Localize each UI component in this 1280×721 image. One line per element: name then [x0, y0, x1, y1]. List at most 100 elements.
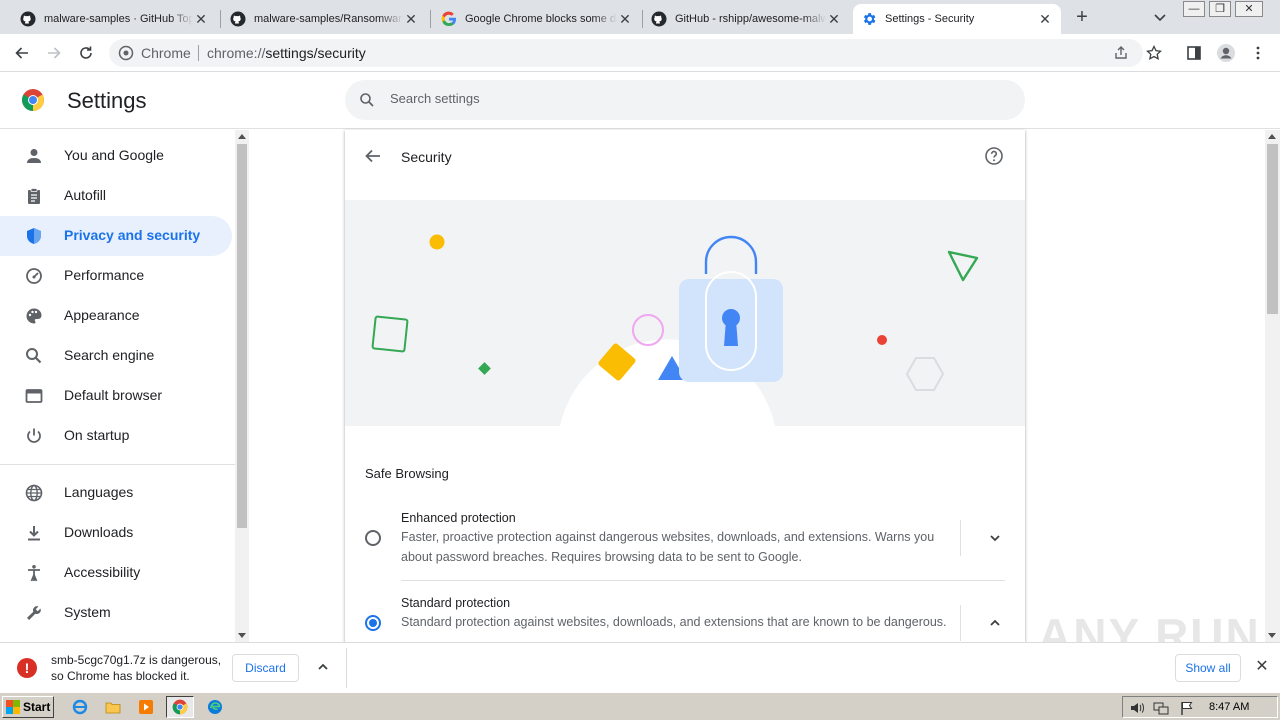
wrench-icon	[24, 603, 44, 623]
chevron-down-icon[interactable]	[985, 528, 1005, 548]
sidebar-item-appearance[interactable]: Appearance	[0, 296, 232, 336]
sidebar-item-label: Search engine	[64, 347, 155, 363]
tab-search-chevron-icon[interactable]	[1152, 9, 1168, 25]
media-player-icon[interactable]	[137, 698, 155, 716]
reload-icon[interactable]	[76, 43, 96, 63]
chrome-logo-icon	[21, 88, 45, 112]
option-description: Standard protection against websites, do…	[401, 615, 947, 629]
sidebar-item-label: Appearance	[64, 307, 140, 323]
danger-warning-icon: !	[17, 658, 37, 678]
minimize-button[interactable]: —	[1183, 1, 1205, 17]
download-warning-text: smb-5cgc70g1.7z is dangerous, so Chrome …	[51, 653, 222, 683]
sidebar-item-system[interactable]: System	[0, 593, 232, 633]
github-icon	[20, 11, 36, 27]
accessibility-icon	[24, 563, 44, 583]
sidebar-item-label: On startup	[64, 427, 130, 443]
safe-browsing-heading: Safe Browsing	[365, 466, 449, 481]
sidebar-item-languages[interactable]: Languages	[0, 473, 232, 513]
security-card: Security Safe Browsing Enhanced protecti…	[345, 130, 1025, 642]
sidebar-item-label: Languages	[64, 484, 134, 500]
close-tab-icon[interactable]: ✕	[617, 11, 633, 27]
enhanced-protection-option[interactable]: Enhanced protection Faster, proactive pr…	[345, 508, 1025, 578]
chrome-page-icon	[118, 45, 134, 61]
sidebar-divider	[0, 464, 235, 465]
option-title: Standard protection	[401, 596, 511, 610]
sidebar-item-label: Downloads	[64, 524, 134, 540]
volume-icon[interactable]	[1129, 700, 1145, 716]
profile-avatar-icon[interactable]	[1216, 43, 1236, 63]
tab-google-chrome-blocks[interactable]: Google Chrome blocks some downloads ✕	[433, 4, 641, 34]
sidebar-item-label: You and Google	[64, 147, 164, 163]
sidebar-item-privacy-and-security[interactable]: Privacy and security	[0, 216, 232, 256]
help-icon[interactable]	[984, 146, 1004, 166]
tab-title: Settings - Security	[885, 13, 975, 25]
google-icon	[441, 11, 457, 27]
start-button[interactable]: Start	[2, 696, 54, 718]
flag-icon[interactable]	[1179, 700, 1195, 716]
system-tray: 8:47 AM	[1122, 696, 1278, 718]
security-illustration	[345, 200, 1025, 426]
share-icon[interactable]	[1113, 45, 1129, 61]
forward-arrow-icon[interactable]	[44, 43, 64, 63]
close-tab-icon[interactable]: ✕	[193, 11, 209, 27]
bookmark-star-icon[interactable]	[1144, 43, 1164, 63]
new-tab-button[interactable]: +	[1072, 7, 1092, 28]
close-tab-icon[interactable]: ✕	[403, 11, 419, 27]
search-icon	[359, 92, 375, 108]
internet-explorer-icon[interactable]	[71, 698, 89, 716]
sidebar-item-search-engine[interactable]: Search engine	[0, 336, 232, 376]
page-scrollbar[interactable]	[1265, 130, 1280, 642]
file-explorer-icon[interactable]	[104, 698, 122, 716]
tab-ransomware[interactable]: malware-samples/Ransomware ✕	[222, 4, 427, 34]
tab-awesome-malware[interactable]: GitHub - rshipp/awesome-malware ✕	[643, 4, 850, 34]
sidebar-item-autofill[interactable]: Autofill	[0, 176, 232, 216]
back-arrow-icon[interactable]	[12, 43, 32, 63]
close-icon[interactable]: ✕	[1254, 659, 1270, 675]
windows-taskbar: Start 8:47 AM	[0, 692, 1280, 720]
clipboard-icon	[24, 186, 44, 206]
shield-icon	[24, 226, 44, 246]
github-icon	[651, 11, 667, 27]
tab-title: Google Chrome blocks some downloads	[465, 13, 617, 25]
sidebar-item-default-browser[interactable]: Default browser	[0, 376, 232, 416]
tab-title: GitHub - rshipp/awesome-malware	[675, 13, 826, 25]
standard-protection-option[interactable]: Standard protection Standard protection …	[345, 593, 1025, 642]
standard-protection-radio[interactable]	[365, 615, 381, 631]
chrome-taskbar-icon[interactable]	[166, 696, 194, 718]
sidebar-item-performance[interactable]: Performance	[0, 256, 232, 296]
network-icon[interactable]	[1153, 700, 1169, 716]
sidebar-item-accessibility[interactable]: Accessibility	[0, 553, 232, 593]
close-tab-icon[interactable]: ✕	[826, 11, 842, 27]
tab-strip: malware-samples · GitHub Topics ✕ malwar…	[0, 0, 1280, 34]
settings-gear-icon	[861, 11, 877, 27]
sidebar-item-on-startup[interactable]: On startup	[0, 416, 232, 456]
chevron-up-icon[interactable]	[985, 613, 1005, 633]
side-panel-icon[interactable]	[1184, 43, 1204, 63]
palette-icon	[24, 306, 44, 326]
discard-button[interactable]: Discard	[232, 654, 299, 682]
close-window-button[interactable]: ✕	[1235, 1, 1263, 17]
search-settings-input[interactable]	[390, 91, 990, 106]
enhanced-protection-radio[interactable]	[365, 530, 381, 546]
tab-settings-security[interactable]: Settings - Security ✕	[853, 4, 1061, 34]
browser-icon	[24, 386, 44, 406]
github-icon	[230, 11, 246, 27]
settings-header: Settings	[0, 72, 1280, 129]
sidebar-item-downloads[interactable]: Downloads	[0, 513, 232, 553]
sidebar-item-you-and-google[interactable]: You and Google	[0, 136, 232, 176]
chevron-up-icon[interactable]	[314, 658, 332, 676]
show-all-button[interactable]: Show all	[1175, 654, 1241, 682]
search-settings-box[interactable]	[345, 80, 1025, 120]
address-bar[interactable]: Chrome chrome://settings/security	[109, 39, 1143, 67]
tab-malware-samples-topics[interactable]: malware-samples · GitHub Topics ✕	[12, 4, 217, 34]
close-tab-icon[interactable]: ✕	[1037, 11, 1053, 27]
sidebar-item-label: Privacy and security	[64, 227, 201, 243]
sidebar-scrollbar[interactable]	[235, 130, 249, 642]
restore-button[interactable]: ❐	[1209, 1, 1231, 17]
kebab-menu-icon[interactable]	[1248, 43, 1268, 63]
back-arrow-icon[interactable]	[363, 146, 383, 166]
edge-icon[interactable]	[206, 698, 224, 716]
clock: 8:47 AM	[1209, 701, 1250, 713]
tab-title: malware-samples · GitHub Topics	[44, 13, 193, 25]
option-divider	[401, 580, 1005, 581]
